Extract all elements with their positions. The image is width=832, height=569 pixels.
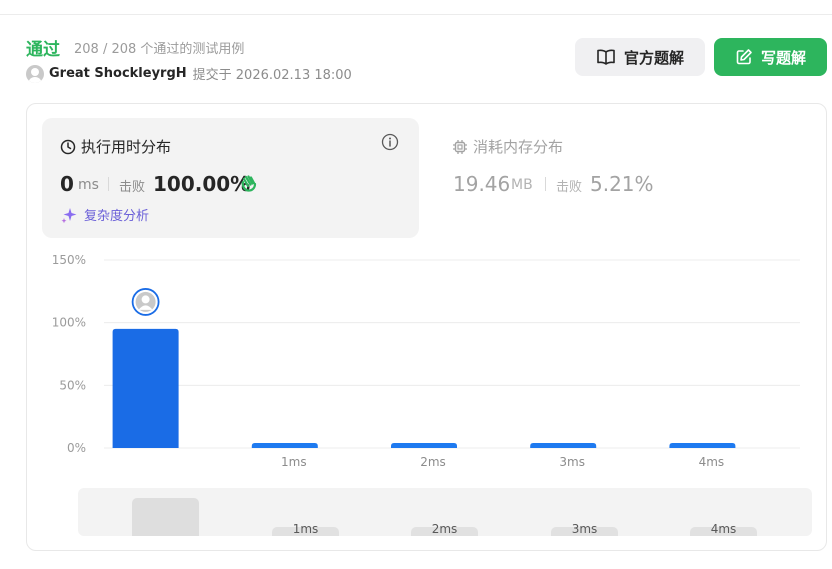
author-name[interactable]: Great ShockleyrgH (49, 66, 187, 81)
clap-icon (239, 173, 259, 197)
runtime-beats-label: 击败 (119, 180, 146, 195)
runtime-divider (108, 177, 109, 191)
chip-icon (452, 139, 468, 155)
test-cases-count: 208 / 208 个通过的测试用例 (74, 42, 245, 57)
author-row: Great ShockleyrgH 提交于 2026.02.13 18:00 (26, 64, 352, 83)
memory-unit: MB (511, 177, 533, 193)
runtime-title-text: 执行用时分布 (81, 138, 172, 156)
y-tick-label: 50% (59, 378, 86, 392)
y-tick-label: 0% (67, 441, 86, 455)
bar (530, 442, 597, 448)
y-tick-label: 150% (52, 253, 86, 267)
status-accepted: 通过 (26, 40, 60, 60)
sparkle-icon (60, 206, 78, 224)
minimap-tick-label: 2ms (431, 522, 458, 536)
runtime-unit: ms (78, 177, 99, 193)
avatar[interactable] (26, 64, 44, 83)
runtime-title: 执行用时分布 (60, 136, 171, 157)
minimap-selection[interactable] (132, 498, 199, 536)
bar (251, 442, 318, 448)
clock-icon (60, 139, 76, 155)
bar (112, 328, 179, 448)
minimap-tick-label: 4ms (710, 522, 737, 536)
info-icon[interactable] (381, 133, 399, 155)
y-tick-label: 100% (52, 316, 86, 330)
x-tick-label: 2ms (420, 455, 446, 469)
book-open-icon (596, 48, 616, 66)
runtime-value: 0 (60, 172, 74, 196)
memory-beats-label: 击败 (556, 180, 583, 195)
user-avatar-head (141, 295, 150, 304)
submitted-time: 提交于 2026.02.13 18:00 (192, 68, 352, 83)
bar (669, 442, 736, 448)
official-solution-button[interactable]: 官方题解 (575, 38, 705, 76)
memory-beats: 5.21% (590, 172, 654, 196)
memory-tab[interactable]: 消耗内存分布 (452, 136, 563, 157)
x-tick-label: 3ms (559, 455, 585, 469)
write-solution-button[interactable]: 写题解 (714, 38, 827, 76)
complexity-label: 复杂度分析 (84, 209, 150, 224)
minimap-tick-label: 3ms (571, 522, 598, 536)
memory-title-text: 消耗内存分布 (473, 138, 564, 156)
x-tick-label: 4ms (699, 455, 725, 469)
runtime-beats: 100.00% (153, 172, 251, 196)
bar (391, 442, 457, 448)
edit-icon (735, 48, 753, 66)
runtime-distribution-chart: 0% 50% 100% 150% 1ms 2ms 3ms 4ms (52, 253, 800, 469)
top-divider (0, 14, 832, 15)
complexity-analysis-link[interactable]: 复杂度分析 (60, 205, 149, 224)
official-solution-label: 官方题解 (623, 48, 684, 67)
memory-divider (545, 177, 546, 191)
minimap-tick-label: 1ms (292, 522, 319, 536)
x-tick-label: 1ms (281, 455, 307, 469)
memory-value: 19.46 (453, 172, 511, 196)
write-solution-label: 写题解 (760, 48, 806, 67)
